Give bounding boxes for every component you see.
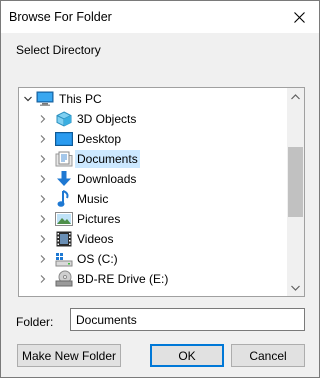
videos-icon xyxy=(55,230,73,248)
chevron-down-icon xyxy=(291,285,300,291)
chevron-right-icon[interactable] xyxy=(37,113,49,125)
folder-input[interactable] xyxy=(70,308,305,331)
tree-item-label: Desktop xyxy=(77,132,122,146)
browse-for-folder-dialog: Browse For Folder Select Directory This … xyxy=(0,0,320,378)
make-new-folder-button[interactable]: Make New Folder xyxy=(17,344,121,367)
tree-item-pictures[interactable]: Pictures xyxy=(19,209,289,229)
chevron-right-icon[interactable] xyxy=(37,193,49,205)
chevron-right-icon[interactable] xyxy=(37,253,49,265)
downloads-icon xyxy=(55,170,73,188)
chevron-right-icon[interactable] xyxy=(37,133,49,145)
tree-item-label: This PC xyxy=(59,92,102,106)
window-title: Browse For Folder xyxy=(9,10,112,24)
chevron-down-icon[interactable] xyxy=(22,93,34,105)
instruction-text: Select Directory xyxy=(16,43,101,57)
folder-tree[interactable]: This PC 3D Objects Desktop Documents Dow… xyxy=(18,87,305,297)
scroll-up-button[interactable] xyxy=(287,88,304,105)
drive-c-icon xyxy=(55,250,73,268)
tree-item-this-pc[interactable]: This PC xyxy=(19,89,289,109)
tree-item-label: Pictures xyxy=(77,212,121,226)
bd-drive-icon xyxy=(55,270,73,288)
scroll-down-button[interactable] xyxy=(287,279,304,296)
ok-button[interactable]: OK xyxy=(150,344,224,367)
tree-item-os-c[interactable]: OS (C:) xyxy=(19,249,289,269)
3d-objects-icon xyxy=(55,110,73,128)
tree-item-videos[interactable]: Videos xyxy=(19,229,289,249)
pictures-icon xyxy=(55,210,73,228)
computer-icon xyxy=(36,90,54,108)
vertical-scrollbar[interactable] xyxy=(287,88,304,296)
chevron-right-icon[interactable] xyxy=(37,213,49,225)
tree-item-downloads[interactable]: Downloads xyxy=(19,169,289,189)
tree-item-label: Videos xyxy=(77,232,114,246)
cancel-button[interactable]: Cancel xyxy=(231,344,305,367)
title-bar: Browse For Folder xyxy=(1,1,319,33)
chevron-right-icon[interactable] xyxy=(37,233,49,245)
tree-item-label: BD-RE Drive (E:) xyxy=(77,272,169,286)
documents-icon xyxy=(55,150,73,168)
close-button[interactable] xyxy=(279,1,319,33)
tree-item-3d-objects[interactable]: 3D Objects xyxy=(19,109,289,129)
tree-item-label: OS (C:) xyxy=(77,252,118,266)
chevron-right-icon[interactable] xyxy=(37,153,49,165)
folder-label: Folder: xyxy=(16,315,54,329)
close-icon xyxy=(293,11,305,23)
music-icon xyxy=(55,190,73,208)
chevron-right-icon[interactable] xyxy=(37,273,49,285)
scrollbar-thumb[interactable] xyxy=(288,147,303,217)
tree-item-documents[interactable]: Documents xyxy=(19,149,289,169)
desktop-icon xyxy=(55,130,73,148)
tree-item-label: 3D Objects xyxy=(77,112,137,126)
chevron-right-icon[interactable] xyxy=(37,173,49,185)
tree-item-label: Documents xyxy=(75,150,140,168)
tree-item-bd-re-drive[interactable]: BD-RE Drive (E:) xyxy=(19,269,289,289)
tree-item-music[interactable]: Music xyxy=(19,189,289,209)
tree-item-label: Music xyxy=(77,192,109,206)
tree-item-desktop[interactable]: Desktop xyxy=(19,129,289,149)
chevron-up-icon xyxy=(291,93,300,99)
tree-item-label: Downloads xyxy=(77,172,137,186)
